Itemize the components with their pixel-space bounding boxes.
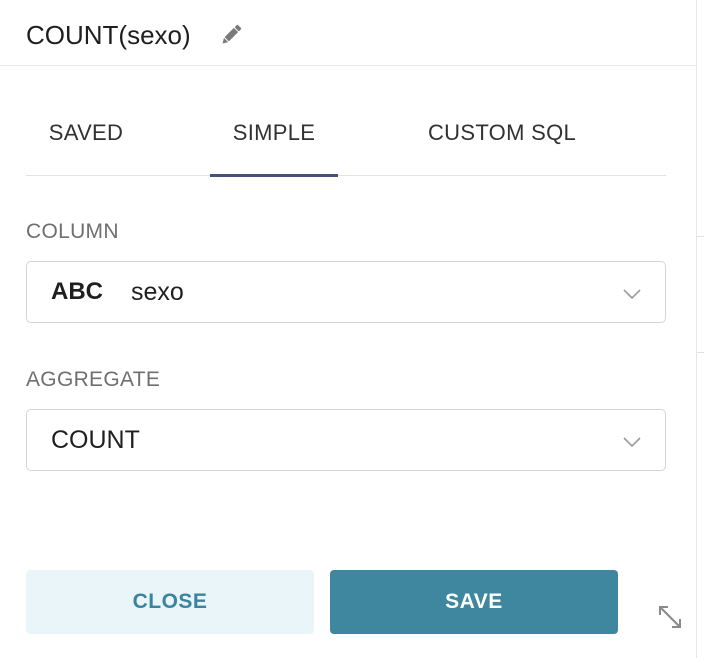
resize-icon[interactable]: [655, 602, 685, 632]
background-divider: [697, 352, 704, 353]
chevron-down-icon: [623, 437, 641, 448]
pencil-icon[interactable]: [218, 22, 244, 48]
tab-saved[interactable]: SAVED: [26, 92, 146, 176]
metric-edit-popover: COUNT(sexo) SAVED SIMPLE CUSTOM SQL COLU…: [0, 0, 697, 658]
aggregate-select[interactable]: COUNT: [26, 409, 666, 471]
column-label: COLUMN: [26, 220, 119, 243]
column-select[interactable]: ABC sexo: [26, 261, 666, 323]
background-divider: [697, 236, 704, 237]
close-button[interactable]: CLOSE: [26, 570, 314, 634]
column-select-value: sexo: [131, 278, 184, 306]
background-panel-edge: [697, 0, 704, 658]
popover-header: COUNT(sexo): [0, 0, 697, 66]
tab-custom-sql[interactable]: CUSTOM SQL: [410, 92, 594, 176]
chevron-down-icon: [623, 289, 641, 300]
column-type-badge: ABC: [51, 278, 103, 305]
save-button[interactable]: SAVE: [330, 570, 618, 634]
editor-tabs: SAVED SIMPLE CUSTOM SQL: [26, 92, 666, 177]
aggregate-select-value: COUNT: [51, 426, 140, 454]
tab-simple[interactable]: SIMPLE: [210, 92, 338, 177]
metric-title[interactable]: COUNT(sexo): [26, 19, 191, 51]
aggregate-label: AGGREGATE: [26, 368, 161, 391]
